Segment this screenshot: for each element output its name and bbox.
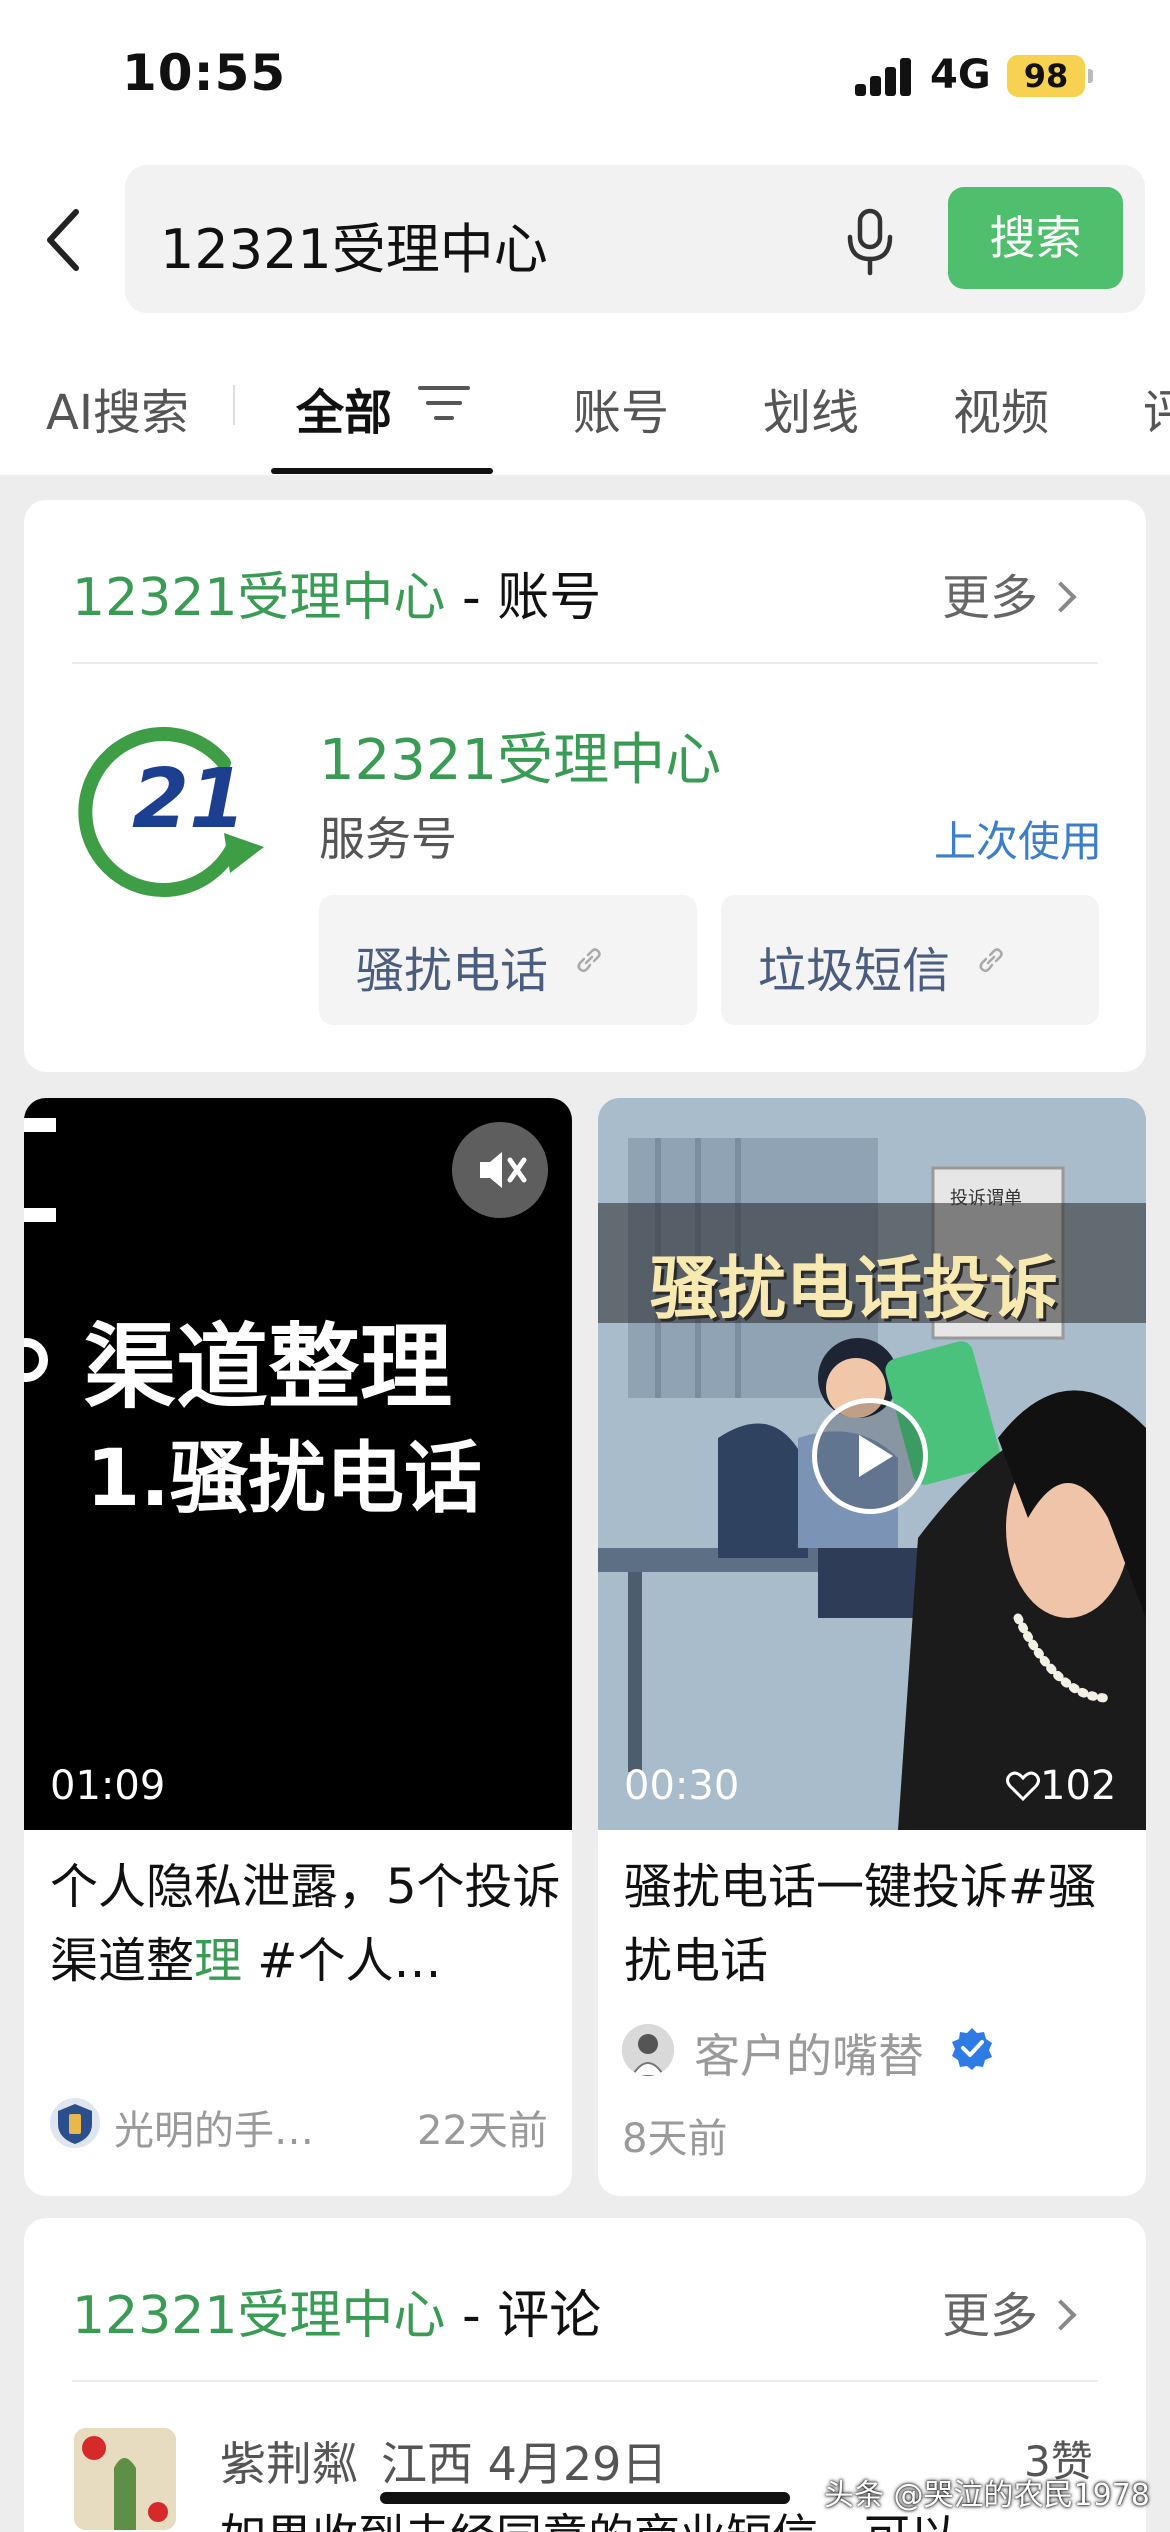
- search-input[interactable]: 12321受理中心: [160, 205, 548, 284]
- chip-label: 骚扰电话: [356, 943, 549, 999]
- video-duration: 01:09: [50, 1763, 166, 1809]
- account-logo[interactable]: 21: [74, 715, 269, 910]
- status-time: 10:55: [122, 44, 287, 102]
- network-label: 4G: [930, 52, 991, 98]
- link-chip-spam-sms[interactable]: 垃圾短信: [721, 895, 1099, 1025]
- logo-text: 21: [132, 752, 246, 847]
- tab-ai-search[interactable]: AI搜索: [46, 373, 189, 443]
- home-indicator[interactable]: [380, 2492, 790, 2504]
- video-time-ago: 22天前: [417, 2108, 548, 2154]
- watermark: 头条 @哭泣的农民1978: [824, 2478, 1150, 2513]
- comment-location-date: 江西 4月29日: [381, 2437, 668, 2491]
- verified-icon: [950, 2026, 994, 2070]
- active-tab-indicator: [271, 468, 493, 474]
- mute-icon[interactable]: [452, 1122, 548, 1218]
- section-title-keyword: 12321受理中心: [72, 568, 446, 628]
- battery-icon: 98: [1007, 55, 1085, 97]
- play-icon[interactable]: [812, 1398, 928, 1514]
- search-header: 12321受理中心 搜索: [0, 150, 1170, 325]
- tab-divider: [233, 385, 235, 425]
- tab-highlights[interactable]: 划线: [763, 373, 859, 443]
- video-time-ago: 8天前: [622, 2116, 728, 2162]
- account-type: 服务号: [319, 812, 457, 866]
- tab-comments[interactable]: 评: [1143, 373, 1170, 443]
- section-title-suffix: - 账号: [445, 568, 602, 628]
- author-avatar[interactable]: [50, 2098, 100, 2148]
- likes-count: 102: [1040, 1763, 1117, 1809]
- author-avatar[interactable]: [622, 2024, 674, 2076]
- video-title[interactable]: 骚扰电话一键投诉#骚扰电话: [624, 1850, 1144, 1998]
- video-author[interactable]: 光明的手…: [114, 2098, 314, 2156]
- video-duration: 00:30: [624, 1763, 740, 1809]
- tab-all[interactable]: 全部: [296, 373, 392, 443]
- heart-icon: [1006, 1771, 1040, 1802]
- battery-tip: [1088, 69, 1093, 83]
- account-section-card: 12321受理中心 - 账号 更多 21 12321受理中心 服务号 上次使用 …: [24, 500, 1146, 1072]
- section-title-suffix: - 评论: [445, 2286, 602, 2346]
- video-title[interactable]: 个人隐私泄露，5个投诉渠道整理 #个人…: [50, 1850, 570, 1998]
- comment-user-name[interactable]: 紫荆粼: [220, 2428, 358, 2494]
- more-label: 更多: [942, 2288, 1039, 2344]
- last-used-badge: 上次使用: [934, 817, 1103, 866]
- chevron-right-icon: [1045, 581, 1077, 613]
- account-more-link[interactable]: 更多: [942, 558, 1077, 628]
- video-thumbnail[interactable]: 骚扰电话投诉 投诉谓单 00:30 102: [598, 1098, 1146, 1830]
- video-title-highlight: 理: [194, 1933, 243, 1989]
- video-author[interactable]: 客户的嘴替: [694, 2020, 924, 2086]
- account-name[interactable]: 12321受理中心: [319, 715, 721, 796]
- thumb-text-line1: 渠道整理: [84, 1314, 453, 1421]
- tab-accounts[interactable]: 账号: [573, 373, 669, 443]
- comment-more-link[interactable]: 更多: [942, 2276, 1077, 2346]
- filter-tabs: AI搜索 全部 账号 划线 视频 评: [0, 325, 1170, 475]
- link-icon: [979, 948, 1003, 973]
- signal-icon: [855, 58, 911, 96]
- video-title-text: #个人…: [242, 1933, 442, 1989]
- thumb-text-line2: 1.骚扰电话: [86, 1434, 482, 1524]
- comment-user-avatar[interactable]: [74, 2428, 176, 2530]
- video-card[interactable]: 渠道整理 1.骚扰电话 01:09 个人隐私泄露，5个投诉渠道整理 #个人… 光…: [24, 1098, 572, 2196]
- thumb-edge-mark: [24, 1118, 56, 1132]
- thumb-doc-label: 投诉谓单: [950, 1188, 1022, 1209]
- search-button[interactable]: 搜索: [948, 187, 1123, 289]
- comment-section-title: 12321受理中心 - 评论: [72, 2273, 601, 2348]
- microphone-icon[interactable]: [840, 207, 900, 277]
- thumb-edge-mark: [24, 1208, 56, 1222]
- divider: [72, 662, 1098, 664]
- chevron-right-icon: [1045, 2299, 1077, 2331]
- link-chip-harassment-calls[interactable]: 骚扰电话: [319, 895, 697, 1025]
- chip-label: 垃圾短信: [758, 943, 951, 999]
- more-label: 更多: [942, 570, 1039, 626]
- divider: [72, 2380, 1098, 2382]
- account-section-title: 12321受理中心 - 账号: [72, 555, 601, 630]
- back-icon[interactable]: [36, 200, 96, 280]
- thumb-banner-text: 骚扰电话投诉: [650, 1250, 1059, 1329]
- filter-icon[interactable]: [418, 383, 470, 423]
- tab-videos[interactable]: 视频: [953, 373, 1049, 443]
- link-icon: [577, 948, 601, 973]
- section-title-keyword: 12321受理中心: [72, 2286, 446, 2346]
- status-bar: 10:55 4G 98: [0, 0, 1170, 150]
- video-likes: 102: [1006, 1763, 1116, 1809]
- search-box[interactable]: 12321受理中心 搜索: [125, 165, 1145, 313]
- video-card[interactable]: 骚扰电话投诉 投诉谓单 00:30 102 骚扰电话一键投诉#骚扰电话 客户的嘴…: [598, 1098, 1146, 2196]
- video-thumbnail[interactable]: 渠道整理 1.骚扰电话 01:09: [24, 1098, 572, 1830]
- thumb-edge-mark: [24, 1338, 48, 1382]
